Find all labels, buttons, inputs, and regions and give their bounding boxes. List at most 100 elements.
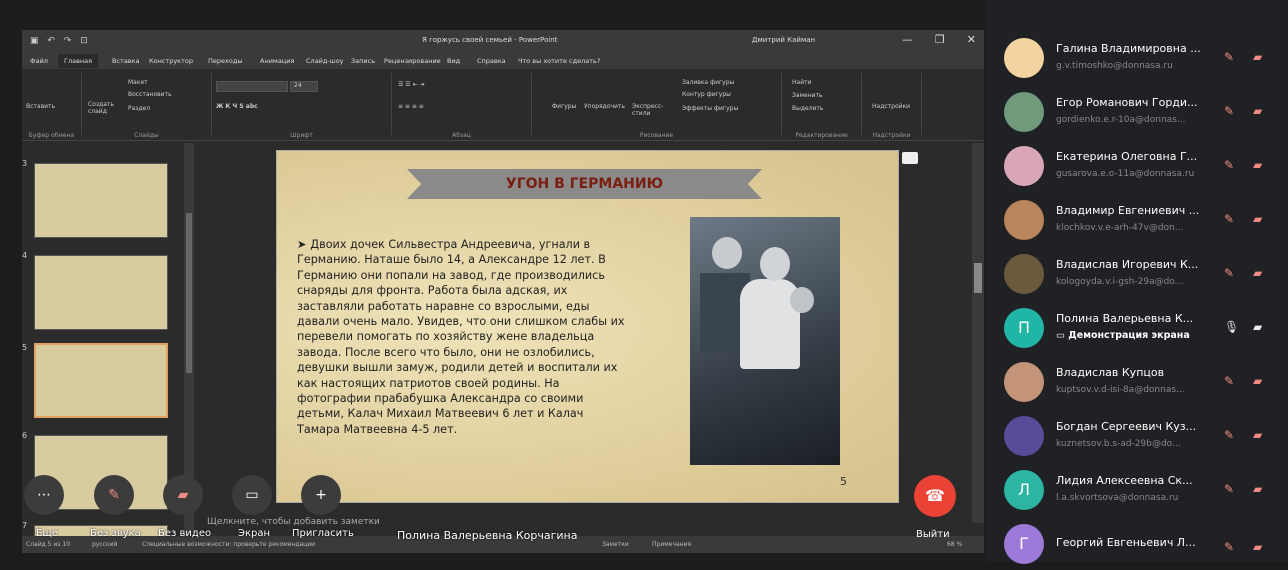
- slide-number: 5: [840, 475, 847, 488]
- comments-button[interactable]: Примечания: [652, 541, 691, 548]
- slide-canvas[interactable]: УГОН В ГЕРМАНИЮ ➤ Двоих дочек Сильвестра …: [276, 150, 899, 503]
- list-buttons[interactable]: ☰ ☰ ⇤ ⇥: [398, 81, 425, 88]
- bullet-icon: ➤: [297, 238, 307, 251]
- camera-off-icon[interactable]: ▰: [1253, 540, 1262, 554]
- tab-help[interactable]: Справка: [477, 57, 506, 65]
- tab-view[interactable]: Вид: [447, 57, 460, 65]
- accessibility-status[interactable]: Специальные возможности: проверьте реком…: [142, 541, 315, 548]
- slides-group: Макет Восстановить Создать слайд Раздел …: [82, 73, 212, 139]
- participant-tile[interactable]: П Полина Валерьевна К... ▭ Демонстрация …: [998, 300, 1288, 354]
- drawing-group: Фигуры Упорядочить Экспресс-стили Заливк…: [532, 73, 782, 139]
- camera-off-icon[interactable]: ▰: [1253, 212, 1262, 226]
- mic-off-icon[interactable]: ✎: [1224, 374, 1236, 388]
- reset-button[interactable]: Восстановить: [128, 91, 172, 98]
- shape-outline-button[interactable]: Контур фигуры: [682, 91, 731, 98]
- tab-file[interactable]: Файл: [30, 57, 48, 65]
- participant-tile[interactable]: Владимир Евгениевич ... klochkov.v.e-arh…: [998, 192, 1288, 246]
- participant-tile[interactable]: Галина Владимировна ... g.v.timoshko@don…: [998, 30, 1288, 84]
- comment-icon[interactable]: [902, 152, 918, 164]
- slide-body-text[interactable]: ➤ Двоих дочек Сильвестра Андреевича, угна…: [297, 237, 627, 437]
- camera-off-icon[interactable]: ▰: [1253, 374, 1262, 388]
- user-name[interactable]: Дмитрий Кайман: [752, 36, 815, 44]
- ribbon-tabs: Файл Главная Вставка Конструктор Переход…: [22, 52, 984, 69]
- camera-off-icon[interactable]: ▰: [1253, 104, 1262, 118]
- mic-off-icon[interactable]: ✎: [1224, 482, 1236, 496]
- screen-icon: ▭: [245, 487, 259, 503]
- participant-tile[interactable]: Егор Романович Горди... gordienko.e.r-10…: [998, 84, 1288, 138]
- layout-button[interactable]: Макет: [128, 79, 148, 86]
- section-button[interactable]: Раздел: [128, 105, 150, 112]
- align-buttons[interactable]: ≡ ≡ ≡ ≡: [398, 103, 424, 110]
- shape-fill-button[interactable]: Заливка фигуры: [682, 79, 734, 86]
- tab-design[interactable]: Конструктор: [149, 57, 193, 65]
- tab-home[interactable]: Главная: [58, 54, 99, 68]
- avatar: Л: [1004, 470, 1044, 510]
- avatar: [1004, 416, 1044, 456]
- camera-off-icon[interactable]: ▰: [1253, 158, 1262, 172]
- video-off-button[interactable]: ▰: [163, 475, 203, 515]
- camera-on-icon[interactable]: ▰: [1253, 320, 1262, 334]
- tab-insert[interactable]: Вставка: [112, 57, 140, 65]
- tab-transitions[interactable]: Переходы: [208, 57, 242, 65]
- maximize-icon[interactable]: ❐: [935, 33, 945, 46]
- font-size-select[interactable]: 24: [290, 81, 318, 92]
- powerpoint-window: ▣ ↶ ↷ ⊡ Я горжусь своей семьей - PowerPo…: [22, 30, 984, 553]
- addins-button[interactable]: Надстройки: [872, 103, 910, 110]
- ribbon: Вставить Буфер обмена Макет Восстановить…: [22, 69, 984, 141]
- mic-off-icon[interactable]: ✎: [1224, 266, 1236, 280]
- camera-off-icon: ▰: [177, 487, 189, 503]
- zoom-level[interactable]: 68 %: [947, 541, 962, 548]
- arrange-button[interactable]: Упорядочить: [584, 103, 625, 110]
- tab-slideshow[interactable]: Слайд-шоу: [306, 57, 344, 65]
- screen-share-button[interactable]: ▭: [232, 475, 272, 515]
- participant-tile[interactable]: Владислав Игоревич К... kologoyda.v.i-gs…: [998, 246, 1288, 300]
- camera-off-icon[interactable]: ▰: [1253, 50, 1262, 64]
- shapes-button[interactable]: Фигуры: [552, 103, 576, 110]
- quick-styles-button[interactable]: Экспресс-стили: [632, 103, 672, 117]
- tab-record[interactable]: Запись: [351, 57, 375, 65]
- camera-off-icon[interactable]: ▰: [1253, 482, 1262, 496]
- tab-review[interactable]: Рецензирование: [384, 57, 441, 65]
- font-name-select[interactable]: [216, 81, 288, 92]
- clipboard-group: Вставить Буфер обмена: [22, 73, 82, 139]
- mic-off-icon[interactable]: ✎: [1224, 428, 1236, 442]
- mic-off-icon[interactable]: ✎: [1224, 212, 1236, 226]
- thumbnail-slide-5[interactable]: [34, 343, 168, 418]
- mic-off-icon[interactable]: ✎: [1224, 50, 1236, 64]
- tab-animations[interactable]: Анимация: [260, 57, 294, 65]
- mute-button[interactable]: ✎: [94, 475, 134, 515]
- family-photo[interactable]: [690, 217, 840, 465]
- participant-tile[interactable]: Владислав Купцов kuptsov.v.d-isi-8a@donn…: [998, 354, 1288, 408]
- mic-off-icon[interactable]: ✎: [1224, 158, 1236, 172]
- format-buttons[interactable]: Ж К Ч S abc: [216, 103, 258, 110]
- camera-off-icon[interactable]: ▰: [1253, 266, 1262, 280]
- thumbnail-slide-4[interactable]: [34, 255, 168, 330]
- select-button[interactable]: Выделить: [792, 105, 823, 112]
- replace-button[interactable]: Заменить: [792, 92, 823, 99]
- new-slide-button[interactable]: Создать слайд: [88, 101, 124, 115]
- slide-scrollbar[interactable]: [972, 143, 984, 523]
- invite-button[interactable]: +: [301, 475, 341, 515]
- slide-title[interactable]: УГОН В ГЕРМАНИЮ: [407, 176, 762, 192]
- participant-tile[interactable]: Л Лидия Алексеевна Ск... l.a.skvortsova@…: [998, 462, 1288, 516]
- mic-off-icon[interactable]: ✎: [1224, 104, 1236, 118]
- mic-off-icon[interactable]: ✎: [1224, 540, 1236, 554]
- paste-button[interactable]: Вставить: [26, 103, 55, 110]
- participant-tile[interactable]: Екатерина Олеговна Г... gusarova.e.o-11a…: [998, 138, 1288, 192]
- tell-me-search[interactable]: Что вы хотите сделать?: [518, 57, 600, 65]
- camera-off-icon[interactable]: ▰: [1253, 428, 1262, 442]
- thumbnail-slide-3[interactable]: [34, 163, 168, 238]
- find-button[interactable]: Найти: [792, 79, 811, 86]
- close-icon[interactable]: ✕: [967, 33, 976, 46]
- avatar: Г: [1004, 524, 1044, 564]
- notes-button[interactable]: Заметки: [602, 541, 629, 548]
- participant-tile[interactable]: Богдан Сергеевич Куз... kuznetsov.b.s-ad…: [998, 408, 1288, 462]
- mic-on-icon[interactable]: 🎙: [1224, 320, 1239, 334]
- notes-placeholder[interactable]: Щелкните, чтобы добавить заметки: [207, 517, 380, 527]
- more-icon: ⋯: [37, 487, 51, 503]
- minimize-icon[interactable]: —: [902, 33, 913, 46]
- quick-access-toolbar[interactable]: ▣ ↶ ↷ ⊡: [30, 36, 91, 46]
- more-button[interactable]: ⋯: [24, 475, 64, 515]
- shape-effects-button[interactable]: Эффекты фигуры: [682, 105, 738, 112]
- language[interactable]: русский: [92, 541, 117, 548]
